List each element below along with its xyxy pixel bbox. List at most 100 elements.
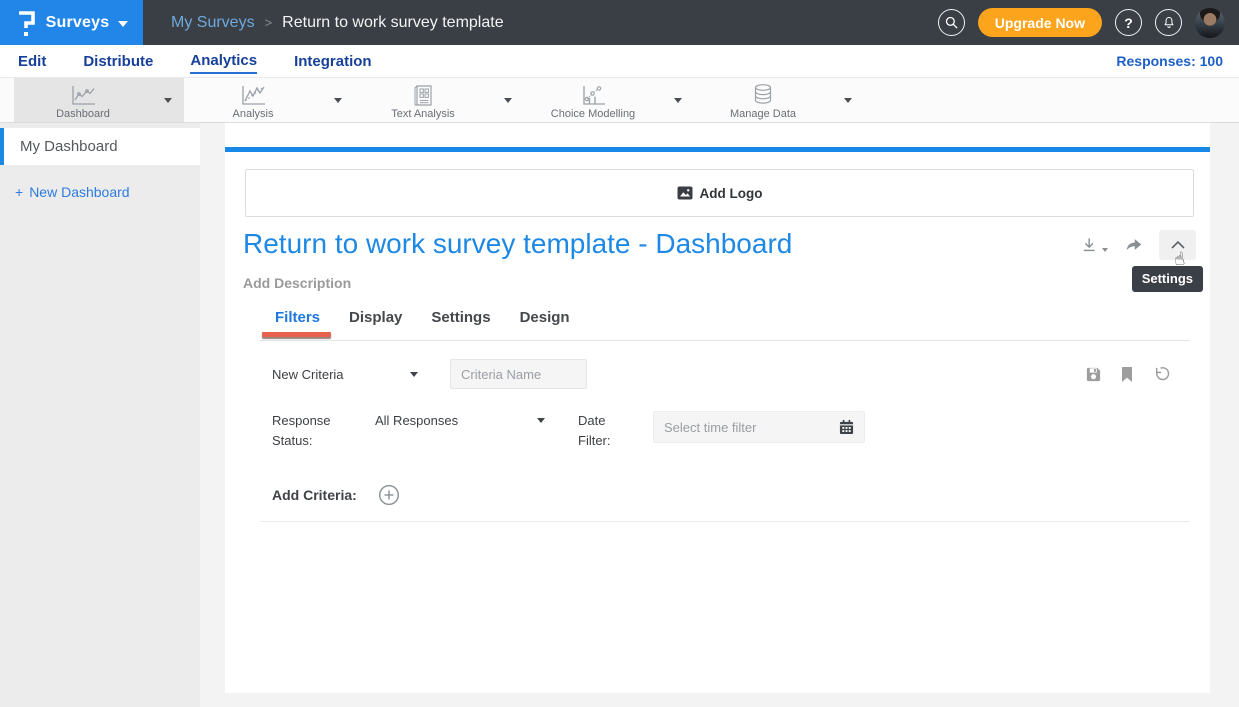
add-criteria-label: Add Criteria: (272, 487, 357, 503)
plus-icon: + (15, 184, 23, 200)
analysis-chart-icon (239, 84, 267, 107)
download-button[interactable] (1080, 235, 1108, 255)
database-icon (751, 83, 775, 107)
sidebar-item-label: My Dashboard (20, 138, 118, 155)
toolbar-dropdown-manage-data[interactable] (832, 78, 864, 122)
tab-settings[interactable]: Settings (431, 309, 490, 335)
bookmark-criteria-button[interactable] (1120, 366, 1134, 383)
date-filter-input[interactable]: Select time filter (653, 411, 865, 443)
response-status-select[interactable]: All Responses (375, 413, 545, 428)
toolbar-label: Dashboard (56, 108, 110, 120)
add-logo-label: Add Logo (700, 186, 763, 201)
help-button[interactable]: ? (1115, 9, 1142, 36)
reset-criteria-button[interactable] (1152, 365, 1170, 383)
tab-filters[interactable]: Filters (275, 309, 320, 335)
download-icon (1080, 235, 1100, 255)
toolbar-label: Manage Data (730, 108, 796, 120)
new-dashboard-link[interactable]: + New Dashboard (15, 184, 200, 200)
nav-item-edit[interactable]: Edit (18, 49, 46, 73)
chevron-down-icon (674, 98, 682, 103)
choice-modelling-icon (579, 84, 607, 107)
chevron-down-icon (334, 98, 342, 103)
chevron-down-icon (118, 21, 128, 27)
add-logo-dropzone[interactable]: Add Logo (245, 169, 1194, 217)
save-icon (1085, 366, 1102, 383)
product-switcher[interactable]: Surveys (0, 0, 143, 45)
add-description[interactable]: Add Description (243, 275, 351, 291)
toolbar-group-analysis: Analysis (184, 78, 354, 122)
add-criteria-button[interactable] (378, 484, 400, 506)
top-header: Surveys My Surveys > Return to work surv… (0, 0, 1239, 45)
module-nav: Edit Distribute Analytics Integration Re… (0, 45, 1239, 78)
toolbar-group-manage-data: Manage Data (694, 78, 864, 122)
nav-item-analytics[interactable]: Analytics (190, 48, 257, 74)
toolbar-item-analysis[interactable]: Analysis (184, 78, 322, 122)
toolbar-label: Text Analysis (391, 108, 455, 120)
save-criteria-button[interactable] (1085, 366, 1102, 383)
toolbar-dropdown-analysis[interactable] (322, 78, 354, 122)
add-criteria-row: Add Criteria: (272, 484, 400, 506)
product-name: Surveys (46, 14, 110, 32)
new-dashboard-label: New Dashboard (29, 184, 129, 200)
breadcrumb-my-surveys[interactable]: My Surveys (171, 14, 255, 32)
response-status-value: All Responses (375, 413, 458, 428)
dashboard-actions (1080, 230, 1196, 260)
responses-count: Responses: 100 (1116, 53, 1223, 69)
sidebar-item-my-dashboard[interactable]: My Dashboard (0, 128, 200, 165)
toolbar-group-choice-modelling: Choice Modelling (524, 78, 694, 122)
share-arrow-icon (1123, 235, 1144, 255)
plus-circle-icon (378, 484, 400, 506)
tab-display[interactable]: Display (349, 309, 402, 335)
toolbar-dropdown-choice-modelling[interactable] (662, 78, 694, 122)
chevron-down-icon (410, 372, 418, 377)
criteria-actions (1085, 365, 1170, 383)
toolbar-dropdown-dashboard[interactable] (152, 78, 184, 122)
criteria-name-input[interactable] (450, 359, 587, 389)
text-analysis-icon (411, 84, 435, 107)
search-icon (944, 15, 959, 30)
bookmark-icon (1120, 366, 1134, 383)
nav-item-integration[interactable]: Integration (294, 49, 372, 73)
calendar-icon (839, 419, 854, 435)
breadcrumb: My Surveys > Return to work survey templ… (171, 14, 504, 32)
notifications-button[interactable] (1155, 9, 1182, 36)
tabs-divider (260, 340, 1190, 341)
toolbar-item-choice-modelling[interactable]: Choice Modelling (524, 78, 662, 122)
criteria-row: New Criteria (272, 359, 1170, 389)
response-status-label: Response Status: (272, 411, 347, 451)
breadcrumb-current-survey: Return to work survey template (282, 14, 503, 32)
analytics-toolbar: Dashboard Analysis (0, 78, 1239, 123)
chevron-up-icon (1170, 240, 1186, 250)
toolbar-item-dashboard[interactable]: Dashboard (14, 78, 152, 122)
chevron-down-icon (1102, 248, 1108, 252)
dashboard-sidebar: My Dashboard + New Dashboard (0, 123, 200, 707)
upgrade-now-button[interactable]: Upgrade Now (978, 8, 1102, 37)
panel-accent-bar (225, 147, 1210, 152)
dashboard-panel: Add Logo Return to work survey template … (225, 123, 1210, 693)
dashboard-title[interactable]: Return to work survey template - Dashboa… (243, 228, 792, 260)
toolbar-label: Analysis (233, 108, 274, 120)
toolbar-label: Choice Modelling (551, 108, 635, 120)
search-button[interactable] (938, 9, 965, 36)
user-avatar[interactable] (1195, 8, 1225, 38)
chevron-down-icon (164, 98, 172, 103)
image-icon (677, 186, 693, 200)
collapse-settings-button[interactable] (1159, 230, 1196, 260)
chevron-down-icon (537, 418, 545, 423)
section-divider (260, 521, 1190, 522)
nav-item-distribute[interactable]: Distribute (83, 49, 153, 73)
tab-design[interactable]: Design (520, 309, 570, 335)
share-button[interactable] (1123, 235, 1144, 255)
toolbar-dropdown-text-analysis[interactable] (492, 78, 524, 122)
criteria-type-select[interactable]: New Criteria (272, 367, 418, 382)
toolbar-group-text-analysis: Text Analysis (354, 78, 524, 122)
chevron-down-icon (844, 98, 852, 103)
criteria-type-value: New Criteria (272, 367, 344, 382)
header-actions: Upgrade Now ? (938, 8, 1239, 38)
toolbar-item-text-analysis[interactable]: Text Analysis (354, 78, 492, 122)
bell-icon (1162, 15, 1176, 30)
dashboard-chart-icon (69, 84, 97, 107)
toolbar-item-manage-data[interactable]: Manage Data (694, 78, 832, 122)
chevron-down-icon (504, 98, 512, 103)
settings-tabs: Filters Display Settings Design (275, 309, 599, 335)
